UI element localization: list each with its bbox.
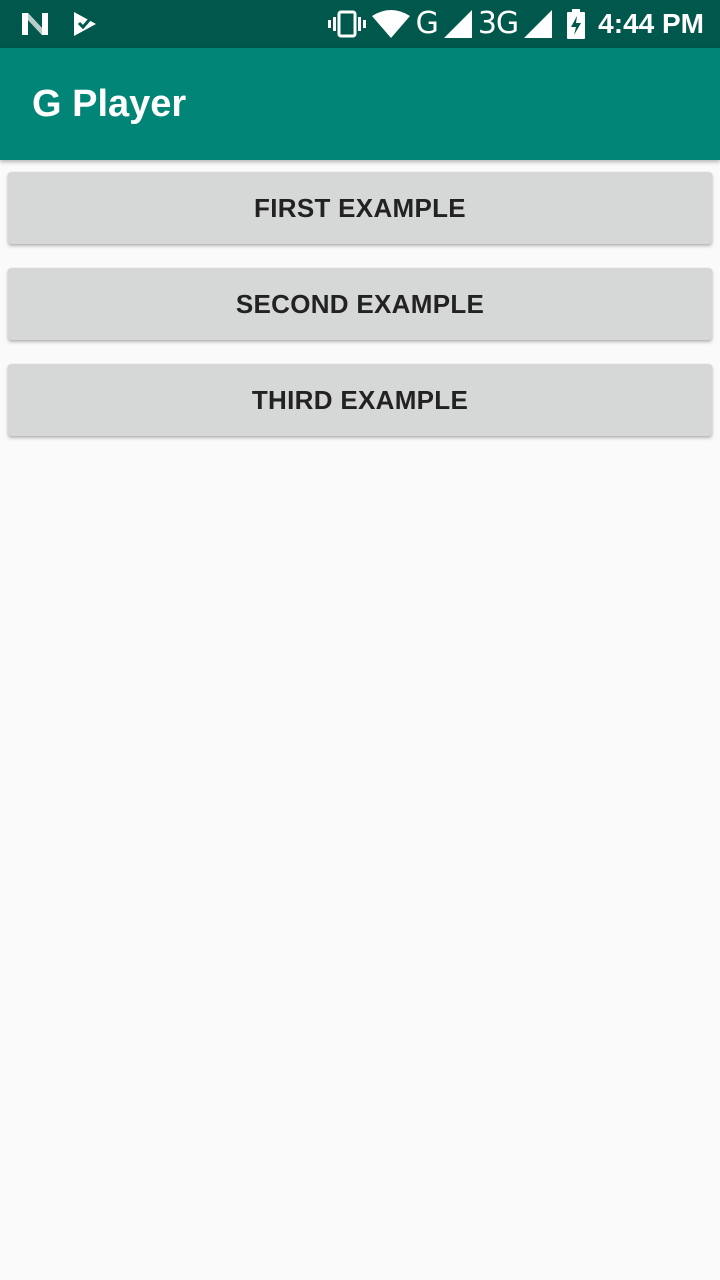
main-content: FIRST EXAMPLE SECOND EXAMPLE THIRD EXAMP… <box>0 160 720 1280</box>
app-bar: G Player <box>0 48 720 160</box>
download-check-icon <box>74 12 96 36</box>
signal-icon-2 <box>524 10 553 38</box>
network-type-label: G <box>415 6 439 41</box>
n-logo-icon <box>22 13 48 35</box>
signal-icon <box>443 10 472 38</box>
vibrate-icon <box>327 10 366 38</box>
network-type-label-2: 3G <box>477 6 519 41</box>
battery-charging-icon <box>567 9 586 39</box>
clock-time: 4:44 PM <box>598 8 704 39</box>
status-bar: G 3G 4:44 PM <box>0 0 720 48</box>
wifi-icon <box>371 10 410 38</box>
app-title: G Player <box>32 83 187 125</box>
third-example-button[interactable]: THIRD EXAMPLE <box>8 364 712 436</box>
system-icons: G 3G 4:44 PM <box>327 6 704 41</box>
notification-icons <box>20 10 98 38</box>
first-example-button[interactable]: FIRST EXAMPLE <box>8 172 712 244</box>
second-example-button[interactable]: SECOND EXAMPLE <box>8 268 712 340</box>
